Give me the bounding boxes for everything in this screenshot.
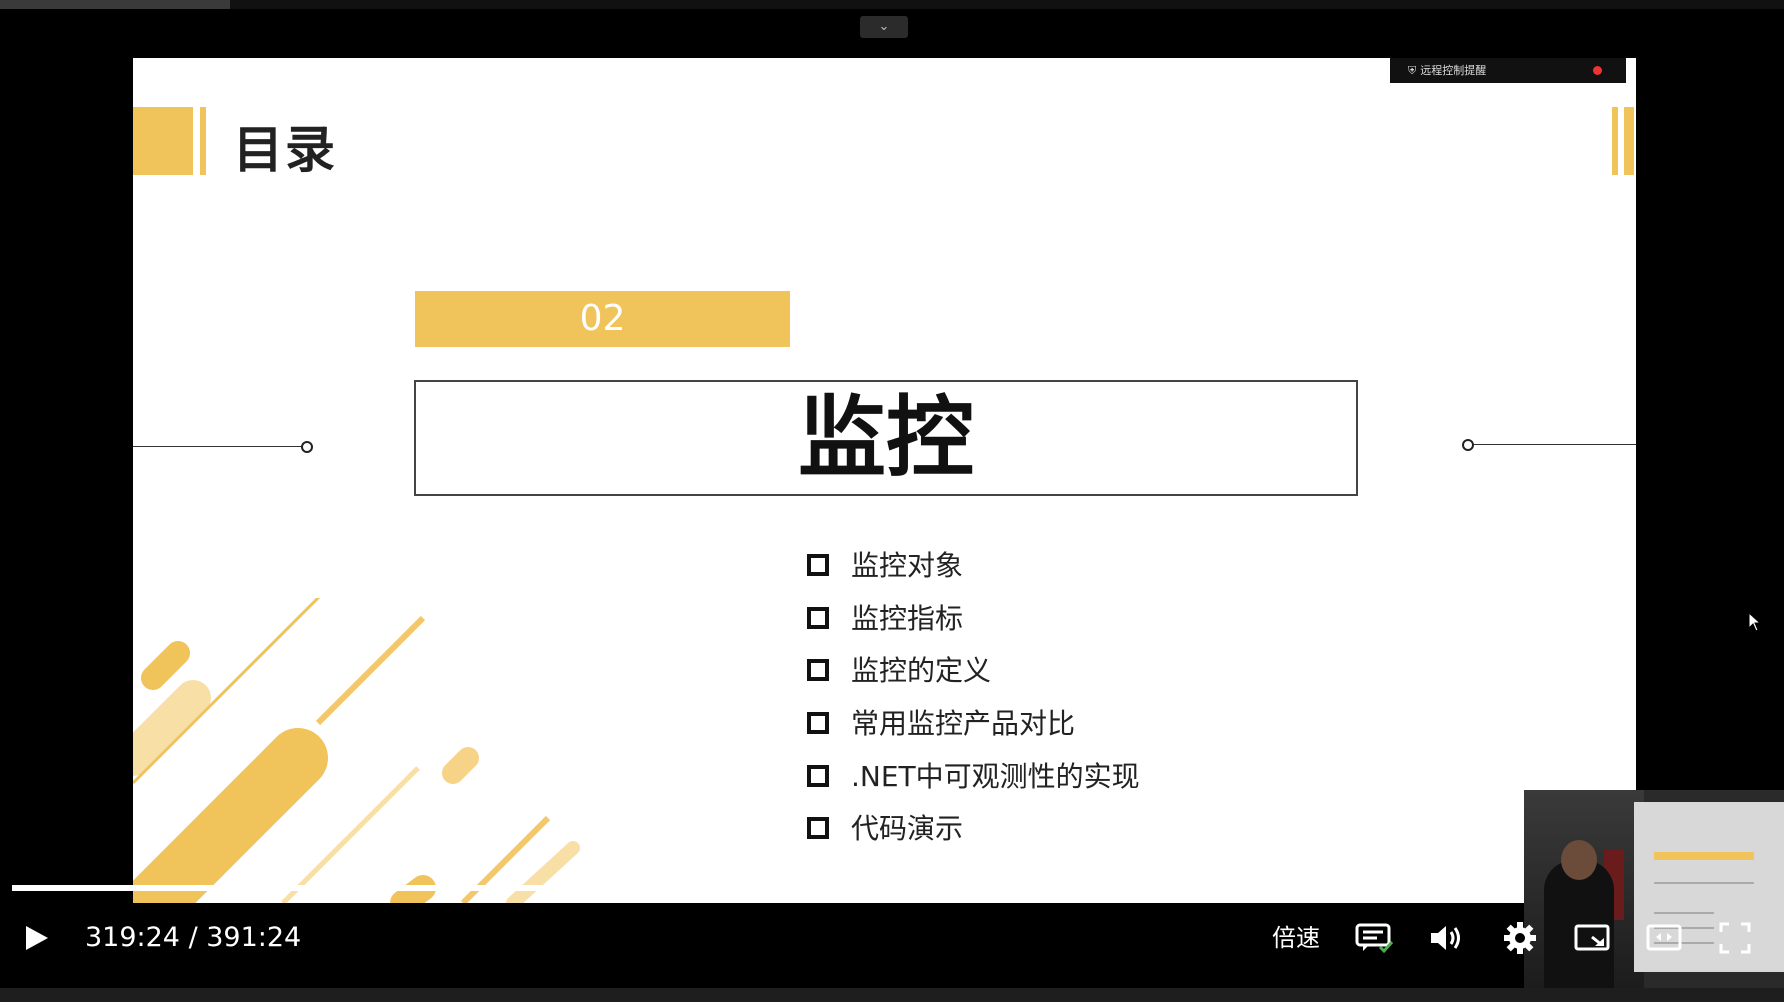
slide-accent-bar [133, 107, 193, 175]
list-item-label: 常用监控产品对比 [851, 707, 1076, 740]
top-strip [0, 0, 1784, 9]
widescreen-icon[interactable] [1646, 921, 1682, 959]
player-controls: 319:24 / 391:24 倍速 [0, 905, 1784, 980]
top-strip-segment [0, 0, 230, 9]
remote-control-notice[interactable]: ⛨ 远程控制提醒 [1390, 58, 1626, 83]
list-item-label: 监控指标 [851, 602, 964, 635]
danmaku-icon[interactable] [1355, 921, 1395, 959]
checkbox-icon [807, 817, 829, 839]
list-item-label: 监控对象 [851, 549, 964, 582]
settings-icon[interactable] [1503, 921, 1537, 959]
list-item-label: .NET中可观测性的实现 [851, 760, 1140, 793]
checkbox-icon [807, 607, 829, 629]
list-item: 常用监控产品对比 [807, 704, 1075, 744]
list-item: 监控指标 [807, 599, 963, 639]
bottom-strip [0, 988, 1784, 1002]
slide: 目录 ⛨ 远程控制提醒 02 监控 监控对象 监控指标 监控的定义 常用监控产品对… [133, 58, 1636, 903]
divider-line-right [1473, 444, 1636, 445]
progress-fill [12, 885, 1196, 891]
divider-circle-left [301, 441, 313, 453]
slide-accent-bar [1612, 107, 1618, 175]
mouse-cursor-icon [1748, 612, 1762, 632]
list-item: 监控的定义 [807, 651, 991, 691]
list-item: .NET中可观测性的实现 [807, 757, 1140, 797]
pip-icon[interactable] [1574, 921, 1610, 959]
list-item-label: 监控的定义 [851, 654, 992, 687]
play-icon[interactable] [22, 923, 52, 953]
time-display: 319:24 / 391:24 [85, 922, 302, 953]
progress-knob[interactable] [1189, 882, 1202, 894]
slide-title: 目录 [233, 121, 337, 179]
slide-accent-bar [1624, 107, 1634, 175]
volume-icon[interactable] [1428, 921, 1464, 959]
divider-line-left [133, 446, 303, 447]
notification-dot-icon [1593, 66, 1602, 75]
checkbox-icon [807, 554, 829, 576]
section-number: 02 [415, 291, 790, 347]
section-heading-box: 监控 [414, 380, 1358, 496]
list-item-label: 代码演示 [851, 812, 964, 845]
progress-bar[interactable] [12, 882, 1460, 894]
collapse-chevron-icon[interactable]: ⌄ [860, 16, 908, 38]
remote-control-notice-label: 远程控制提醒 [1420, 64, 1487, 77]
speed-button[interactable]: 倍速 [1272, 921, 1320, 955]
list-item: 监控对象 [807, 546, 963, 586]
shield-icon: ⛨ [1408, 64, 1417, 77]
slide-accent-bar [200, 107, 206, 175]
divider-circle-right [1462, 439, 1474, 451]
checkbox-icon [807, 765, 829, 787]
checkbox-icon [807, 712, 829, 734]
fullscreen-icon[interactable] [1718, 921, 1752, 959]
presenter-head [1561, 840, 1597, 880]
list-item: 代码演示 [807, 809, 963, 849]
section-heading: 监控 [797, 386, 974, 489]
decorative-stripes [133, 598, 580, 903]
checkbox-icon [807, 659, 829, 681]
